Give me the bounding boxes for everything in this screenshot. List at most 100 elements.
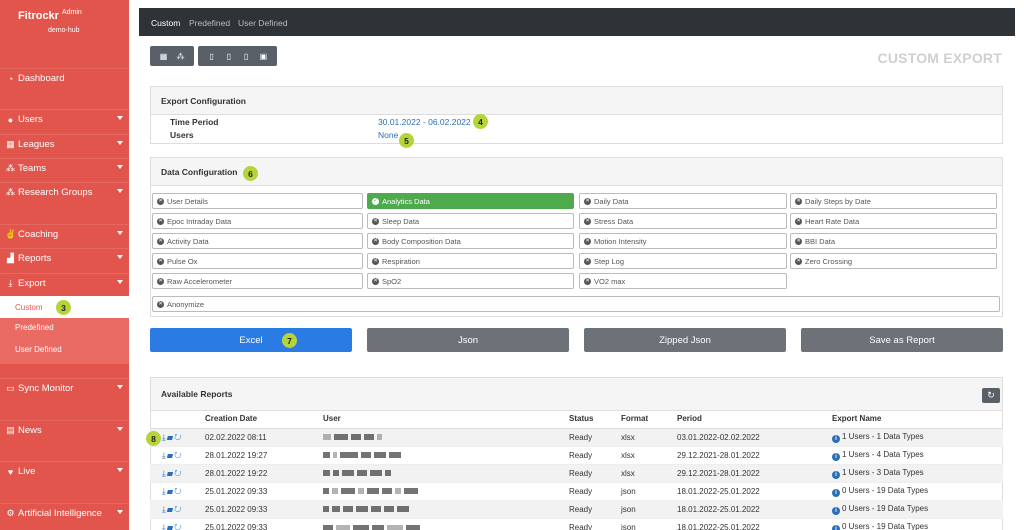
info-icon[interactable]: i [832,506,840,515]
sidebar-item-research-groups[interactable]: ⁂ Research Groups [0,182,129,202]
info-icon[interactable]: i [832,452,840,461]
file-icon[interactable]: ▯ [241,52,251,61]
rerun-icon[interactable]: ↻ [174,522,182,530]
format-cell: json [618,499,674,518]
data-type-toggle[interactable]: ✕ User Details [152,193,363,209]
column-header[interactable]: User [320,410,566,429]
data-type-toggle[interactable]: ✓ Analytics Data [367,193,574,209]
data-type-toggle[interactable]: ✕ Daily Data [579,193,787,209]
data-type-toggle[interactable]: ✕ Respiration [367,253,574,269]
data-type-toggle[interactable]: ✕ Pulse Ox [152,253,363,269]
main-content: ▦ ⁂ ▯ ▯ ▯ ▣ CUSTOM EXPORT Export Configu… [139,36,1015,530]
brand-name: Fitrockr [18,10,59,22]
rerun-icon[interactable]: ↻ [174,432,182,442]
rerun-icon[interactable]: ↻ [174,504,182,514]
data-type-label: Motion Intensity [594,236,647,246]
sidebar-item-dashboard[interactable]: ◔ Dashboard [0,68,129,88]
data-type-toggle[interactable]: ✕ Daily Steps by Date [790,193,997,209]
table-row[interactable]: ⤓▰↻ 02.02.2022 08:11 Ready xlsx 03.01.2022-0… [150,427,1003,446]
info-icon[interactable]: i [832,524,840,530]
redacted-text [353,524,369,530]
save-icon[interactable]: ▣ [258,52,268,61]
table-row[interactable]: ⤓▰↻ 25.01.2022 09:33 Ready json 18.01.2022-2… [150,499,1003,518]
data-type-toggle[interactable]: ✕ Sleep Data [367,213,574,229]
column-header[interactable]: Format [618,410,674,429]
data-type-toggle[interactable]: ✕ Raw Accelerometer [152,273,363,289]
redacted-text [332,506,340,513]
data-type-toggle[interactable]: ✕ Step Log [579,253,787,269]
save-as-report-button[interactable]: Save as Report [801,328,1003,352]
sidebar-item-artificial-intelligence[interactable]: ⚙ Artificial Intelligence [0,503,129,523]
time-period-label: Time Period [170,117,219,127]
sidebar-item-export[interactable]: ⤓ Export [0,273,129,293]
table-row[interactable]: ⤓▰↻ 28.01.2022 19:27 Ready xlsx 29.12.2021-2… [150,445,1003,464]
sidebar-item-sync-monitor[interactable]: ▭ Sync Monitor [0,378,129,398]
redacted-text [333,452,337,459]
table-row[interactable]: ⤓▰↻ 25.01.2022 09:33 Ready json 18.01.2022-2… [150,517,1003,530]
data-type-label: Heart Rate Data [805,216,860,226]
sidebar-item-news[interactable]: ▤ News [0,420,129,440]
data-type-toggle[interactable]: ✕ SpO2 [367,273,574,289]
sidebar-item-coaching[interactable]: ✌ Coaching [0,224,129,244]
data-type-toggle[interactable]: ✕ Activity Data [152,233,363,249]
table-row[interactable]: ⤓▰↻ 28.01.2022 19:22 Ready xlsx 29.12.2021-2… [150,463,1003,482]
table-row[interactable]: ⤓▰↻ 25.01.2022 09:33 Ready json 18.01.2022-2… [150,481,1003,500]
data-type-toggle[interactable]: ✕ VO2 max [579,273,787,289]
submenu-label: Predefined [15,322,54,332]
excel-button[interactable]: Excel [150,328,352,352]
redacted-text [358,488,364,495]
rerun-icon[interactable]: ↻ [174,450,182,460]
close-icon: ✕ [795,217,802,225]
sidebar-item-reports[interactable]: ▟ Reports [0,248,129,268]
zipped-json-button[interactable]: Zipped Json [584,328,786,352]
close-icon: ✕ [372,217,379,225]
calendar-icon[interactable]: ▦ [159,52,169,61]
refresh-button[interactable]: ↻ [982,388,1000,403]
rerun-icon[interactable]: ↻ [174,468,182,478]
info-icon[interactable]: i [832,434,840,443]
status-cell: Ready [566,481,618,500]
sidebar-item-label: Coaching [18,229,59,240]
sidebar-item-users[interactable]: ● Users [0,109,129,129]
column-header[interactable]: Status [566,410,618,429]
info-icon[interactable]: i [832,488,840,497]
submenu-item-predefined[interactable]: Predefined [0,316,129,338]
tab-user-defined[interactable]: User Defined [238,18,288,28]
tab-predefined[interactable]: Predefined [189,18,230,28]
data-type-toggle[interactable]: ✕ Body Composition Data [367,233,574,249]
submenu-label: User Defined [15,344,62,354]
data-type-label: Analytics Data [382,196,430,206]
data-type-toggle[interactable]: ✕ BBI Data [790,233,997,249]
data-type-toggle[interactable]: ✕ Epoc Intraday Data [152,213,363,229]
sidebar-item-live[interactable]: ♥ Live [0,461,129,481]
sidebar-item-leagues[interactable]: ▦ Leagues [0,134,129,154]
annotation-badge-3: 3 [56,300,71,315]
column-header[interactable]: Export Name [829,410,1003,429]
column-header[interactable]: Creation Date [202,410,320,429]
info-icon[interactable]: i [832,470,840,479]
data-type-toggle[interactable]: ✕ Heart Rate Data [790,213,997,229]
time-period-value[interactable]: 30.01.2022 - 06.02.2022 [378,117,471,127]
users-value[interactable]: None [378,130,398,140]
anonymize-toggle[interactable]: ✕ Anonymize [152,296,1000,312]
users-icon[interactable]: ⁂ [176,52,186,61]
file-icon[interactable]: ▯ [224,52,234,61]
data-type-toggle[interactable]: ✕ Stress Data [579,213,787,229]
sidebar-item-teams[interactable]: ⁂ Teams [0,158,129,178]
rerun-icon[interactable]: ↻ [174,486,182,496]
redacted-text [340,452,358,459]
column-header[interactable]: Period [674,410,829,429]
export-name-cell: i0 Users - 19 Data Types [829,499,1003,518]
close-icon: ✕ [584,257,591,265]
tab-custom[interactable]: Custom [151,18,180,28]
export-configuration-panel: Export Configuration Time Period 30.01.2… [150,86,1003,144]
brand-title[interactable]: Fitrockr Admin [18,9,82,22]
close-icon: ✕ [372,277,379,285]
data-type-toggle[interactable]: ✕ Motion Intensity [579,233,787,249]
data-type-toggle[interactable]: ✕ Zero Crossing [790,253,997,269]
close-icon: ✕ [157,277,164,285]
submenu-item-user-defined[interactable]: User Defined [0,338,129,360]
json-button[interactable]: Json [367,328,569,352]
row-actions: ⤓▰↻ [150,463,202,482]
file-icon[interactable]: ▯ [207,52,217,61]
